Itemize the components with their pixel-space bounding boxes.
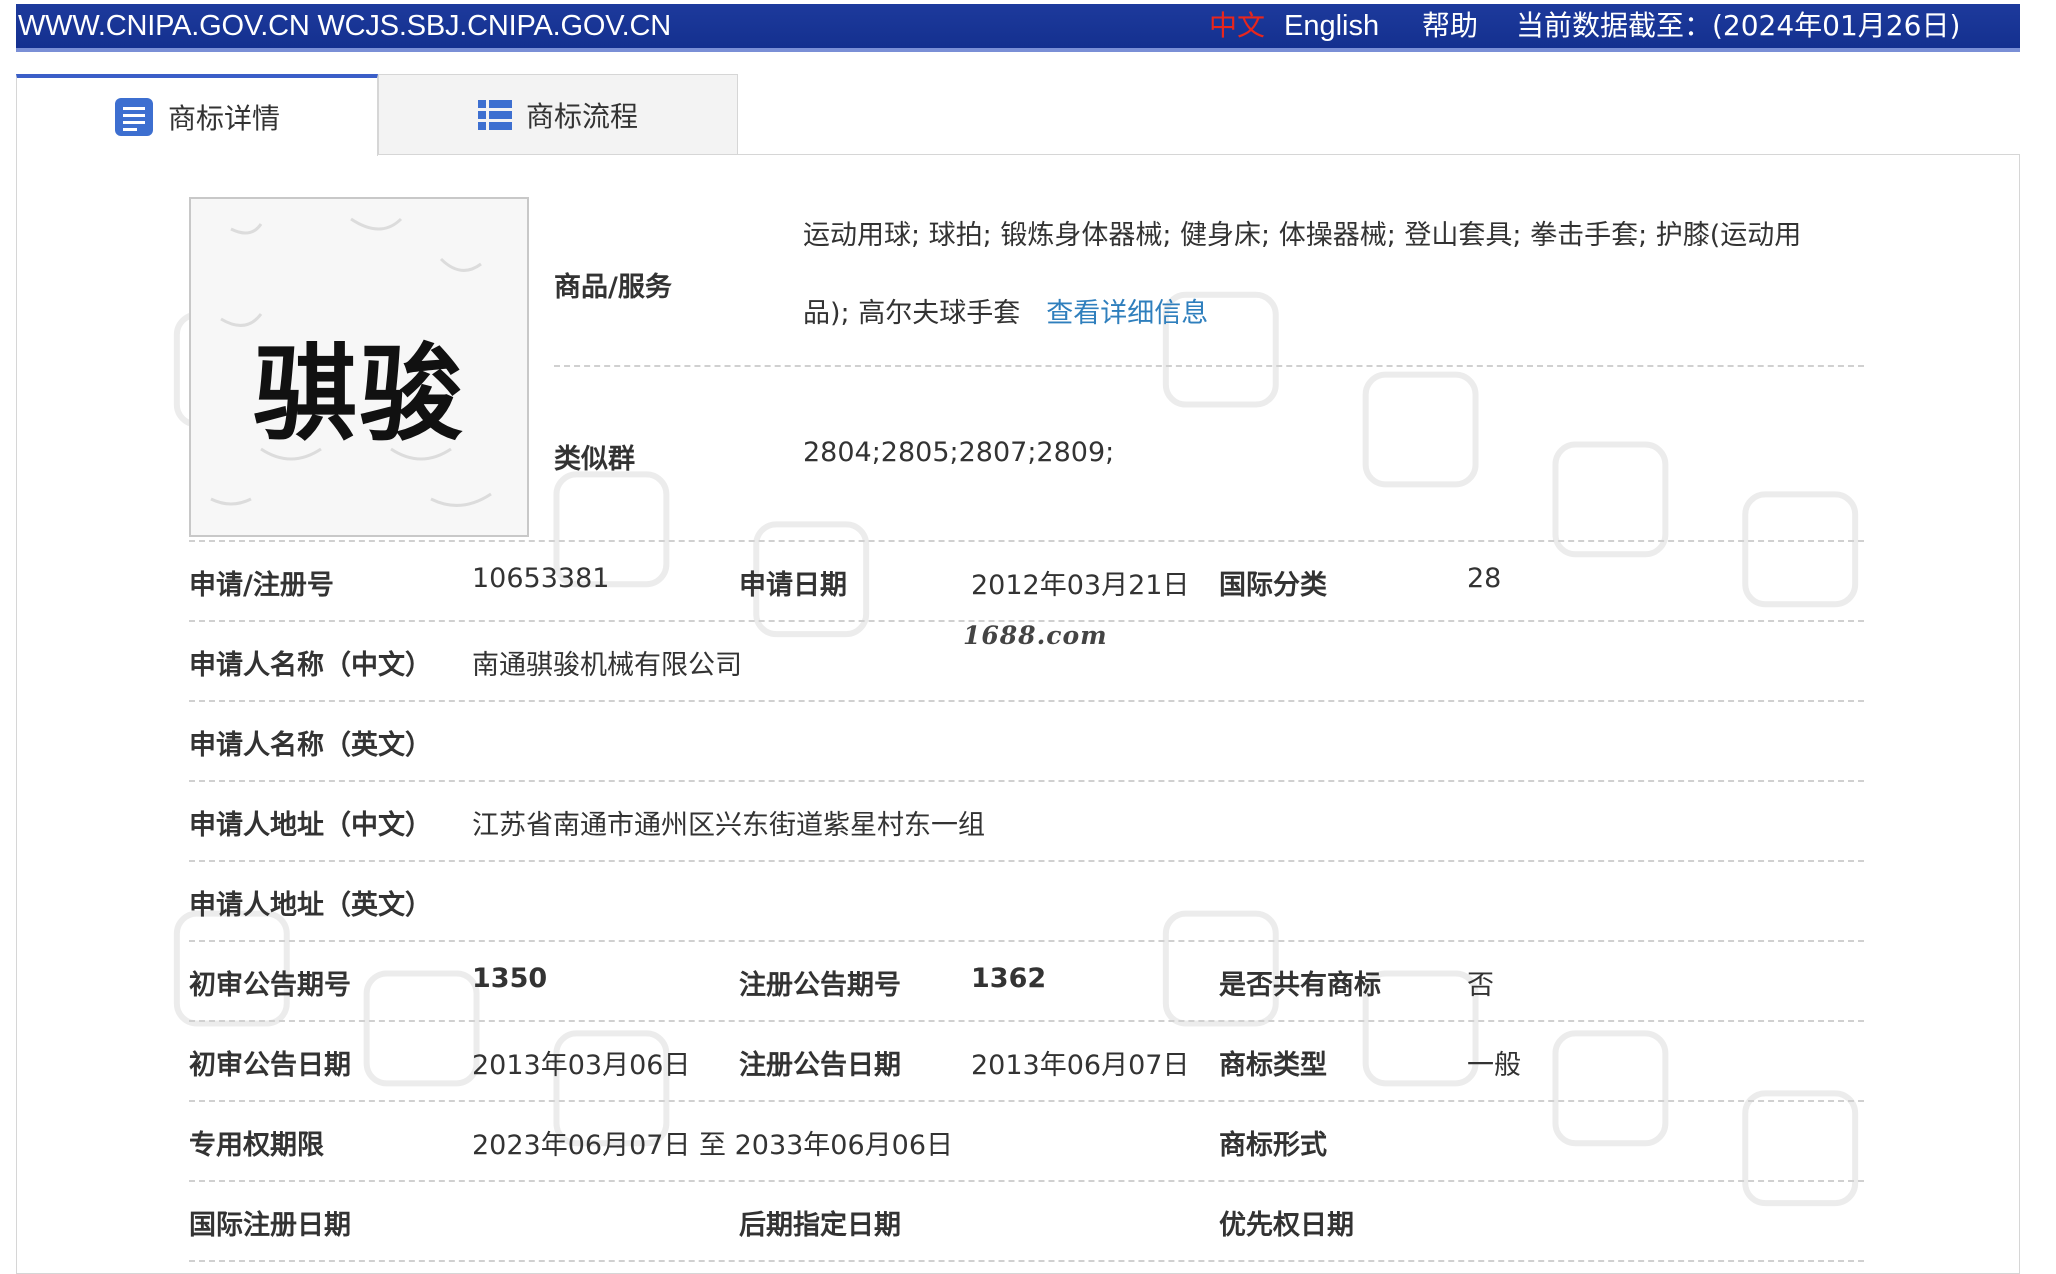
tab-label: 商标详情 [167, 102, 280, 135]
shared-trademark-value: 否 [1467, 970, 1494, 1001]
applicant-address-en-label: 申请人地址（英文） [189, 890, 432, 921]
trademark-image: 骐骏 [189, 197, 529, 537]
divider [189, 860, 1864, 862]
registration-number-label: 申请/注册号 [189, 570, 334, 601]
application-date-label: 申请日期 [739, 570, 847, 601]
prelim-issue-value: 1350 [472, 963, 548, 994]
applicant-address-cn-value: 江苏省南通市通州区兴东街道紫星村东一组 [472, 810, 985, 841]
applicant-name-cn-label: 申请人名称（中文） [189, 650, 432, 681]
goods-services-text: 运动用球; 球拍; 锻炼身体器械; 健身床; 体操器械; 登山套具; 拳击手套;… [803, 220, 1802, 329]
exclusive-period-value: 2023年06月07日 至 2033年06月06日 [472, 1130, 954, 1161]
international-class-value: 28 [1467, 563, 1502, 594]
prelim-date-value: 2013年03月06日 [472, 1050, 691, 1081]
similar-group-value: 2804;2805;2807;2809; [803, 437, 1115, 468]
shared-trademark-label: 是否共有商标 [1219, 970, 1381, 1001]
later-designation-date-label: 后期指定日期 [739, 1210, 901, 1241]
international-class-label: 国际分类 [1219, 570, 1327, 601]
language-chinese-link[interactable]: 中文 [1209, 4, 1265, 48]
trademark-form-label: 商标形式 [1219, 1130, 1327, 1161]
help-link[interactable]: 帮助 [1422, 4, 1478, 48]
registration-issue-value: 1362 [971, 963, 1047, 994]
divider [189, 1100, 1864, 1102]
view-details-link[interactable]: 查看详细信息 [1046, 298, 1208, 329]
application-date-value: 2012年03月21日 [971, 570, 1190, 601]
divider [189, 940, 1864, 942]
registration-issue-label: 注册公告期号 [739, 970, 901, 1001]
divider [189, 780, 1864, 782]
priority-date-label: 优先权日期 [1219, 1210, 1354, 1241]
divider [189, 1020, 1864, 1022]
similar-group-label: 类似群 [554, 444, 635, 475]
registration-date-value: 2013年06月07日 [971, 1050, 1190, 1081]
prelim-issue-label: 初审公告期号 [189, 970, 351, 1001]
goods-services-value: 运动用球; 球拍; 锻炼身体器械; 健身床; 体操器械; 登山套具; 拳击手套;… [803, 197, 1843, 353]
divider [189, 1180, 1864, 1182]
applicant-address-cn-label: 申请人地址（中文） [189, 810, 432, 841]
intl-registration-date-label: 国际注册日期 [189, 1210, 351, 1241]
divider [554, 365, 1864, 367]
trademark-detail-panel: 骐骏 商品/服务 运动用球; 球拍; 锻炼身体器械; 健身床; 体操器械; 登山… [16, 154, 2020, 1274]
trademark-type-label: 商标类型 [1219, 1050, 1327, 1081]
tab-trademark-details[interactable]: 商标详情 [16, 74, 378, 156]
tab-label: 商标流程 [525, 99, 638, 133]
list-icon [477, 98, 512, 132]
tab-trademark-process[interactable]: 商标流程 [378, 74, 738, 154]
divider [189, 700, 1864, 702]
divider [189, 540, 1864, 542]
data-as-of-text: 当前数据截至：(2024年01月26日) [1516, 9, 1961, 42]
source-watermark: 1688.com [963, 621, 1108, 650]
applicant-name-cn-value: 南通骐骏机械有限公司 [472, 650, 742, 681]
document-list-icon [114, 97, 154, 137]
registration-date-label: 注册公告日期 [739, 1050, 901, 1081]
registration-number-value: 10653381 [472, 563, 610, 594]
trademark-type-value: 一般 [1467, 1050, 1521, 1081]
applicant-name-en-label: 申请人名称（英文） [189, 730, 432, 761]
exclusive-period-label: 专用权期限 [189, 1130, 324, 1161]
prelim-date-label: 初审公告日期 [189, 1050, 351, 1081]
goods-services-label: 商品/服务 [554, 272, 672, 303]
trademark-mark-text: 骐骏 [252, 332, 465, 455]
site-domains: WWW.CNIPA.GOV.CN WCJS.SBJ.CNIPA.GOV.CN [18, 10, 672, 42]
divider [189, 1260, 1864, 1262]
top-bar: WWW.CNIPA.GOV.CN WCJS.SBJ.CNIPA.GOV.CN 中… [16, 4, 2020, 52]
language-english-link[interactable]: English [1284, 4, 1379, 48]
